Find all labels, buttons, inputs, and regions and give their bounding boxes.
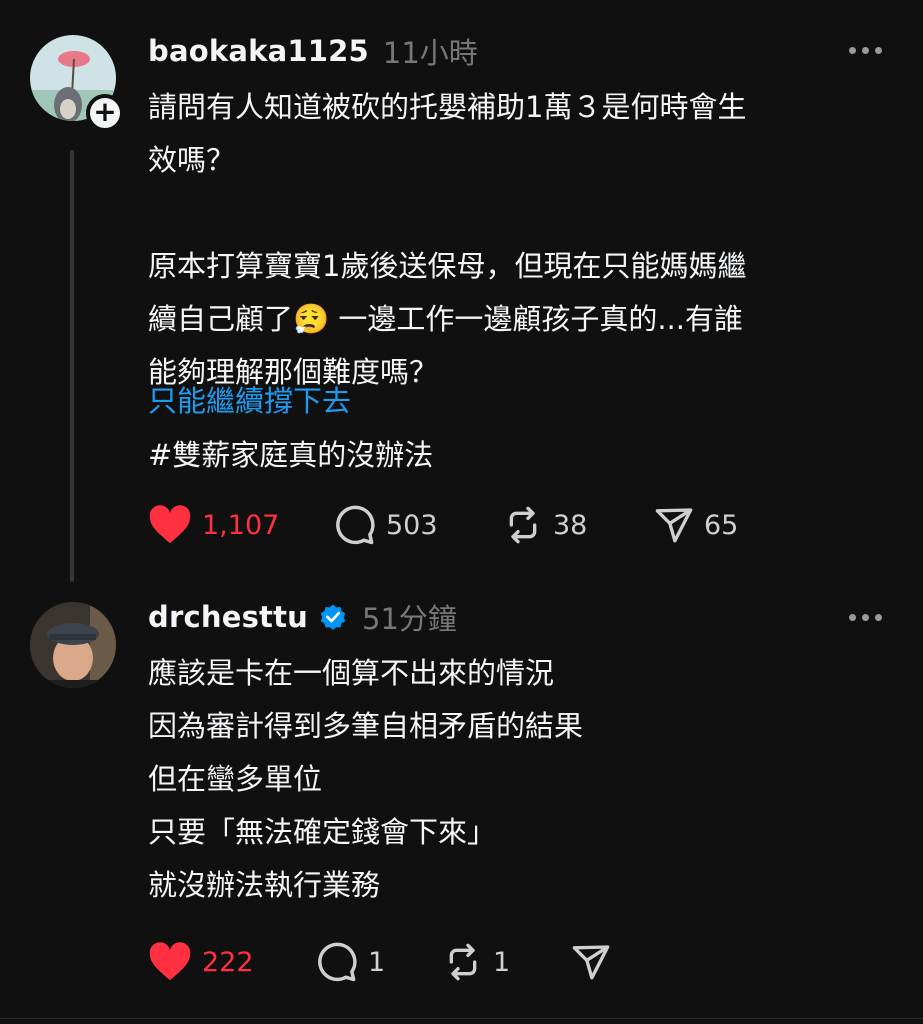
comment-icon xyxy=(336,505,375,545)
heart-icon xyxy=(149,505,191,544)
divider xyxy=(0,1018,923,1019)
timestamp: 11小時 xyxy=(382,36,478,70)
reply-count: 503 xyxy=(386,509,438,541)
share-count: 65 xyxy=(704,509,739,541)
heart-icon xyxy=(149,942,191,981)
like-count: 1,107 xyxy=(202,509,280,541)
post-body: 請問有人知道被砍的托嬰補助1萬３是何時會生 效嗎？ 原本打算寶寶1歲後送保母，但… xyxy=(148,90,747,389)
repost-icon xyxy=(509,506,537,544)
verified-icon xyxy=(320,604,346,630)
avatar[interactable] xyxy=(30,602,116,688)
repost-count: 1 xyxy=(493,946,511,978)
follow-plus-icon[interactable]: + xyxy=(86,94,124,132)
post-header: drchesttu 51分鐘 xyxy=(148,597,457,637)
like-button[interactable]: 1,107 xyxy=(148,503,279,547)
like-count: 222 xyxy=(202,946,254,978)
like-button[interactable]: 222 xyxy=(148,940,254,984)
more-icon[interactable] xyxy=(849,611,883,623)
share-button[interactable]: 65 xyxy=(654,503,738,547)
topic-link[interactable]: 只能繼續撐下去 xyxy=(148,378,351,420)
comment-icon xyxy=(318,942,357,982)
repost-count: 38 xyxy=(553,509,588,541)
avatar-photo xyxy=(30,602,116,688)
repost-icon xyxy=(449,943,477,981)
username[interactable]: baokaka1125 xyxy=(148,34,369,68)
comment-button[interactable]: 503 xyxy=(334,503,438,547)
comment-button[interactable]: 1 xyxy=(316,940,385,984)
post-body: 應該是卡在一個算不出來的情況 因為審計得到多筆自相矛盾的結果 但在蠻多單位 只要… xyxy=(148,656,584,902)
timestamp: 51分鐘 xyxy=(362,602,457,636)
share-icon xyxy=(572,945,610,980)
repost-button[interactable]: 1 xyxy=(443,940,510,984)
username[interactable]: drchesttu xyxy=(148,600,308,634)
hashtag[interactable]: #雙薪家庭真的沒辦法 xyxy=(148,432,433,474)
thread-line xyxy=(70,150,74,582)
repost-button[interactable]: 38 xyxy=(503,503,587,547)
reply-count: 1 xyxy=(368,946,386,978)
share-button[interactable] xyxy=(571,940,611,984)
more-icon[interactable] xyxy=(849,44,883,56)
post-header: baokaka1125 11小時 xyxy=(148,31,478,71)
share-icon xyxy=(655,508,693,543)
